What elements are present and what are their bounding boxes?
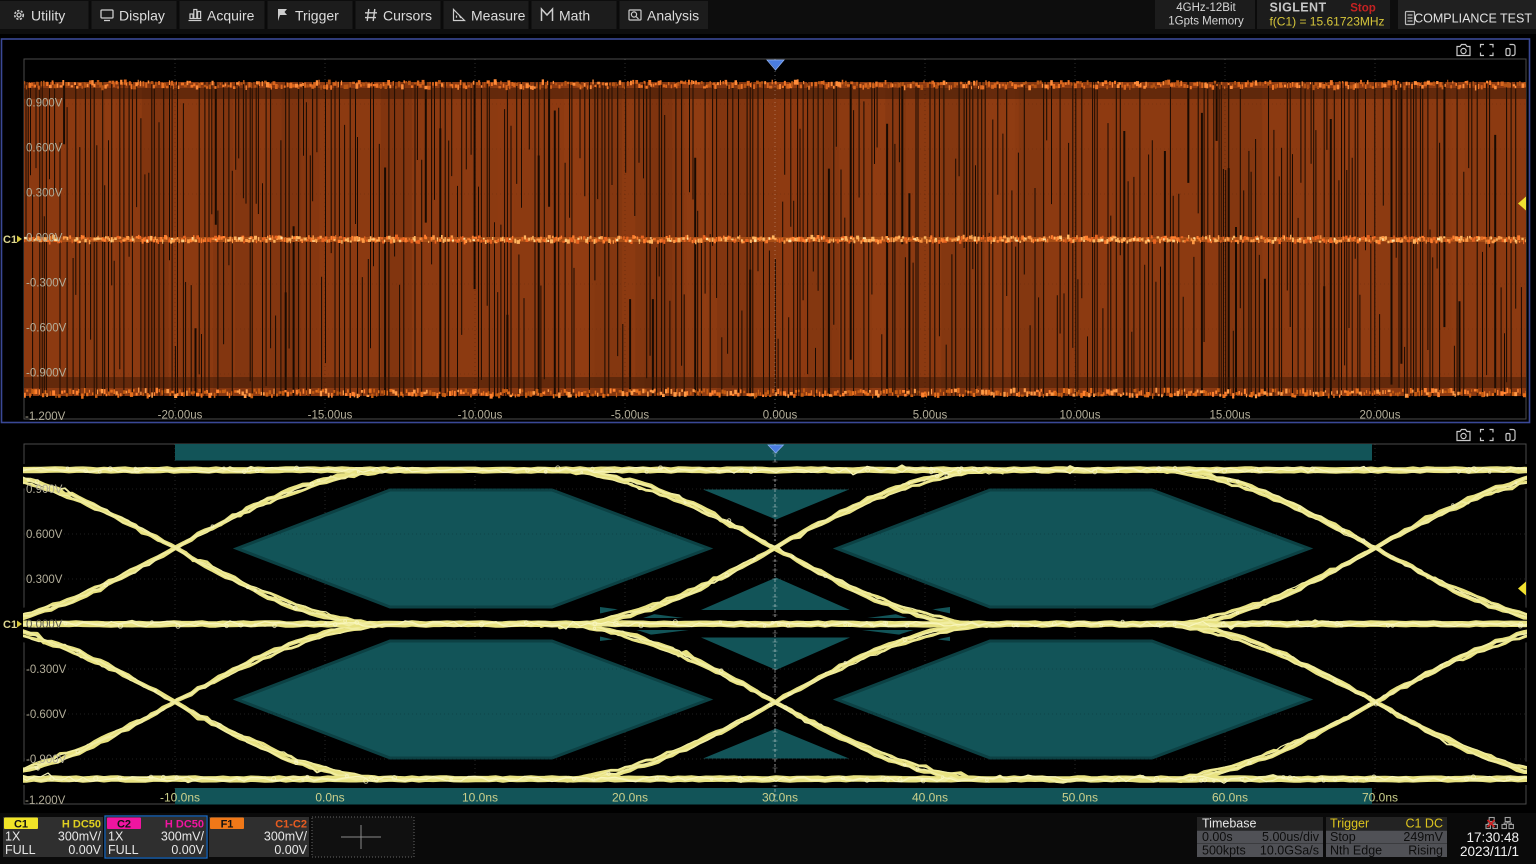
svg-text:FULL: FULL: [5, 843, 36, 857]
svg-text:f(C1) = 15.61723MHz: f(C1) = 15.61723MHz: [1269, 15, 1384, 29]
svg-text:20.0ns: 20.0ns: [612, 791, 648, 805]
svg-text:COMPLIANCE TEST: COMPLIANCE TEST: [1414, 12, 1532, 26]
svg-text:SIGLENT: SIGLENT: [1270, 1, 1327, 15]
svg-text:-0.900V: -0.900V: [26, 754, 67, 766]
svg-text:1X: 1X: [5, 830, 21, 844]
svg-text:0.00us: 0.00us: [763, 410, 798, 422]
svg-text:Cursors: Cursors: [383, 8, 432, 24]
svg-text:C1: C1: [3, 619, 17, 631]
svg-text:10.00us: 10.00us: [1060, 410, 1101, 422]
svg-text:0.00V: 0.00V: [171, 843, 204, 857]
svg-text:Measure: Measure: [471, 8, 526, 24]
svg-text:1Gpts Memory: 1Gpts Memory: [1168, 16, 1244, 28]
svg-text:Timebase: Timebase: [1202, 817, 1256, 831]
svg-text:0.00s: 0.00s: [1202, 830, 1233, 844]
svg-text:0.600V: 0.600V: [26, 529, 63, 541]
svg-text:0.00V: 0.00V: [68, 843, 101, 857]
svg-text:0.300V: 0.300V: [26, 188, 63, 200]
svg-text:Analysis: Analysis: [647, 8, 699, 24]
svg-text:60.0ns: 60.0ns: [1212, 791, 1248, 805]
svg-text:FULL: FULL: [108, 843, 139, 857]
svg-text:Nth Edge: Nth Edge: [1330, 844, 1382, 858]
svg-text:30.0ns: 30.0ns: [762, 791, 798, 805]
svg-text:2023/11/1: 2023/11/1: [1460, 844, 1519, 859]
svg-text:-20.00us: -20.00us: [158, 410, 203, 422]
svg-text:40.0ns: 40.0ns: [912, 791, 948, 805]
svg-text:300mV/: 300mV/: [264, 830, 308, 844]
svg-text:0.0ns: 0.0ns: [315, 791, 344, 805]
svg-text:-0.600V: -0.600V: [26, 709, 67, 721]
svg-text:0.000V: 0.000V: [26, 233, 63, 245]
svg-text:-1.200V: -1.200V: [25, 411, 66, 423]
svg-text:-15.00us: -15.00us: [308, 410, 353, 422]
svg-text:17:30:48: 17:30:48: [1466, 830, 1519, 845]
svg-text:249mV: 249mV: [1403, 830, 1443, 844]
svg-text:F1: F1: [221, 819, 234, 831]
svg-text:50.0ns: 50.0ns: [1062, 791, 1098, 805]
svg-text:0.900V: 0.900V: [26, 98, 63, 110]
svg-text:-10.00us: -10.00us: [458, 410, 503, 422]
svg-text:Display: Display: [119, 8, 165, 24]
svg-text:Trigger: Trigger: [1330, 817, 1369, 831]
svg-text:5.00us: 5.00us: [913, 410, 948, 422]
svg-text:Trigger: Trigger: [295, 8, 339, 24]
svg-text:-1.200V: -1.200V: [25, 795, 66, 807]
svg-text:5.00us/div: 5.00us/div: [1262, 830, 1320, 844]
svg-text:0.00V: 0.00V: [274, 843, 307, 857]
svg-text:Stop: Stop: [1350, 3, 1376, 15]
svg-text:Acquire: Acquire: [207, 8, 255, 24]
svg-text:500kpts: 500kpts: [1202, 844, 1246, 858]
svg-text:-0.300V: -0.300V: [26, 278, 67, 290]
svg-text:1X: 1X: [108, 830, 124, 844]
svg-text:Math: Math: [559, 8, 590, 24]
svg-text:70.0ns: 70.0ns: [1362, 791, 1398, 805]
svg-text:300mV/: 300mV/: [161, 830, 205, 844]
svg-text:20.00us: 20.00us: [1360, 410, 1401, 422]
svg-text:-5.00us: -5.00us: [611, 410, 650, 422]
svg-text:10.0GSa/s: 10.0GSa/s: [1260, 844, 1319, 858]
svg-text:C1 DC: C1 DC: [1405, 817, 1443, 831]
svg-text:-10.0ns: -10.0ns: [160, 791, 200, 805]
svg-text:Utility: Utility: [31, 8, 65, 24]
svg-text:Rising: Rising: [1408, 844, 1443, 858]
svg-text:15.00us: 15.00us: [1210, 410, 1251, 422]
svg-text:Stop: Stop: [1330, 830, 1356, 844]
svg-text:10.0ns: 10.0ns: [462, 791, 498, 805]
svg-text:0.600V: 0.600V: [26, 143, 63, 155]
svg-text:0.900V: 0.900V: [26, 484, 63, 496]
svg-text:300mV/: 300mV/: [58, 830, 102, 844]
svg-text:-0.900V: -0.900V: [26, 368, 67, 380]
svg-text:-0.600V: -0.600V: [26, 323, 67, 335]
svg-text:0.000V: 0.000V: [26, 619, 63, 631]
svg-text:0.300V: 0.300V: [26, 574, 63, 586]
svg-text:-0.300V: -0.300V: [26, 664, 67, 676]
svg-text:C1: C1: [3, 234, 17, 246]
svg-text:4GHz-12Bit: 4GHz-12Bit: [1176, 2, 1236, 14]
